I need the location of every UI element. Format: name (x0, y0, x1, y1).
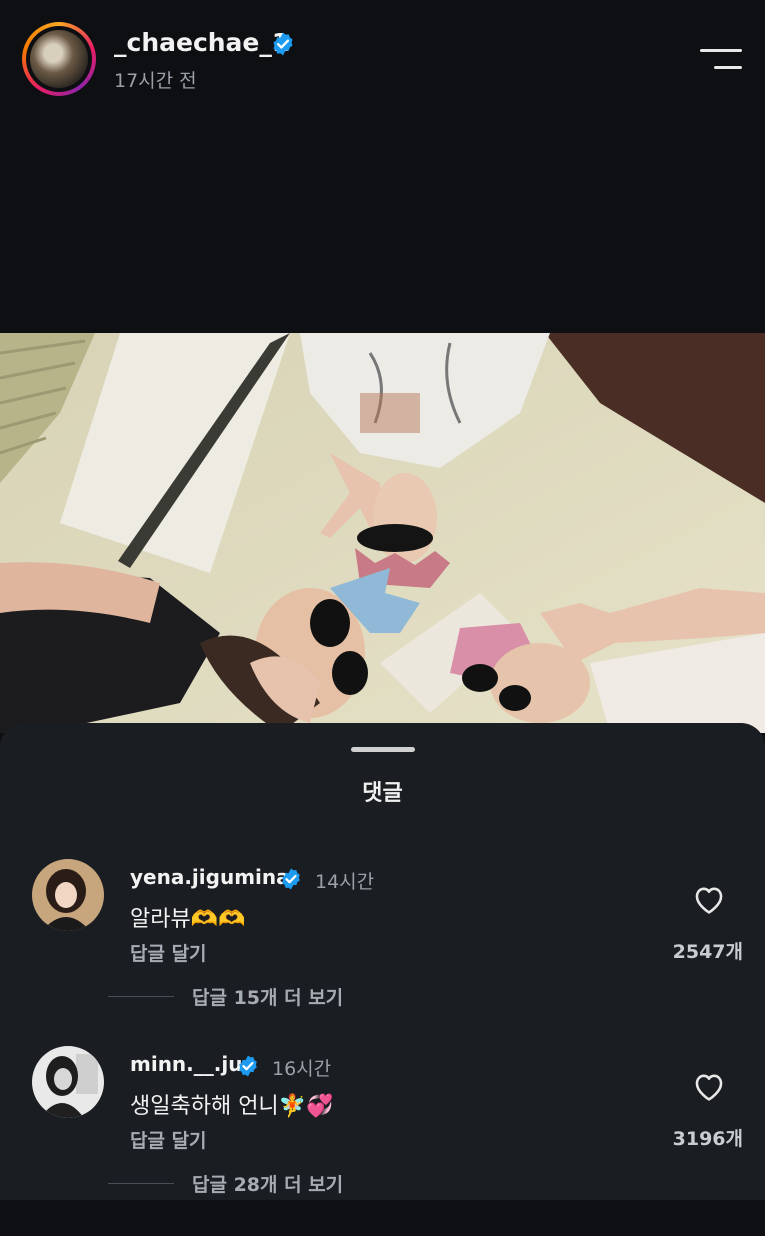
comment-text: 생일축하해 언니🧚💞 (130, 1094, 334, 1119)
like-count: 3196개 (672, 1128, 743, 1150)
verified-badge-icon (239, 1055, 257, 1077)
post-header: _chaechae_1 17시간 전 (0, 0, 765, 110)
post-username[interactable]: _chaechae_1 (114, 28, 289, 57)
commenter-avatar[interactable] (32, 859, 104, 931)
drag-handle[interactable] (351, 747, 415, 752)
comment-time: 16시간 (272, 1058, 332, 1080)
photo-scene (0, 333, 765, 733)
verified-badge-icon (273, 32, 293, 56)
heart-icon[interactable] (692, 1070, 726, 1102)
heart-icon[interactable] (692, 883, 726, 915)
divider (108, 996, 174, 997)
sheet-title: 댓글 (362, 781, 403, 806)
commenter-username[interactable]: yena.jigumina (130, 865, 290, 889)
story-avatar[interactable] (22, 22, 96, 96)
menu-icon[interactable] (700, 47, 742, 73)
view-more-replies[interactable]: 답글 15개 더 보기 (192, 983, 343, 1010)
comments-sheet: 댓글 yena.jigumina 14시간 알라뷰🫶🫶 답글 달기 2547개 … (0, 723, 765, 1200)
verified-badge-icon (282, 868, 300, 890)
avatar-photo (30, 30, 88, 88)
comment-item: yena.jigumina 14시간 알라뷰🫶🫶 답글 달기 2547개 답글 … (0, 859, 765, 1049)
divider (108, 1183, 174, 1184)
post-timestamp: 17시간 전 (114, 70, 197, 92)
comment-time: 14시간 (315, 871, 375, 893)
reply-button[interactable]: 답글 달기 (130, 939, 207, 966)
comment-text: 알라뷰🫶🫶 (130, 907, 246, 932)
comment-item: minn.__.ju 16시간 생일축하해 언니🧚💞 답글 달기 3196개 답… (0, 1046, 765, 1236)
commenter-avatar[interactable] (32, 1046, 104, 1118)
post-photo[interactable] (0, 333, 765, 733)
reply-button[interactable]: 답글 달기 (130, 1126, 207, 1153)
like-count: 2547개 (672, 941, 743, 963)
commenter-username[interactable]: minn.__.ju (130, 1052, 242, 1076)
view-more-replies[interactable]: 답글 28개 더 보기 (192, 1170, 343, 1197)
